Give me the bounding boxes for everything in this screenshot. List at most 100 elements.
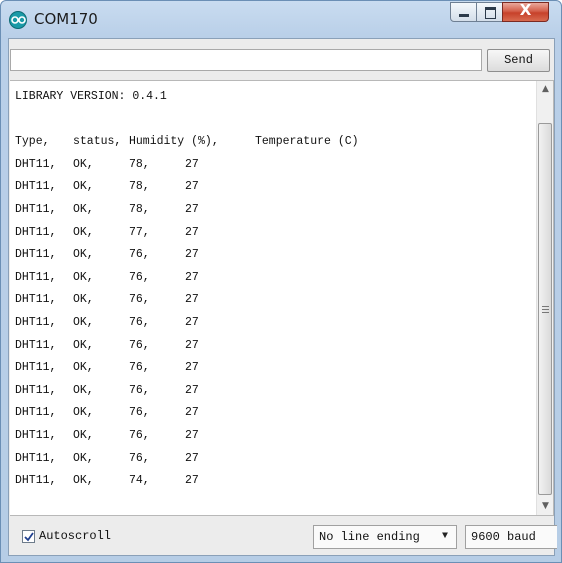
row-status: OK, [73,451,94,465]
row-humidity: 76, [129,428,150,442]
row-status: OK, [73,202,94,216]
row-temperature: 27 [185,451,199,465]
row-humidity: 77, [129,225,150,239]
row-temperature: 27 [185,225,199,239]
close-icon: X [519,1,532,19]
scroll-up-icon[interactable]: ▲ [537,81,553,98]
maximize-icon [485,7,496,19]
row-temperature: 27 [185,315,199,329]
row-humidity: 76, [129,293,150,307]
row-temperature: 27 [185,248,199,262]
serial-output-area[interactable]: LIBRARY VERSION: 0.4.1 Type, status, Hum… [10,80,554,516]
row-humidity: 78, [129,180,150,194]
line-ending-select[interactable]: No line ending ▼ [313,525,457,549]
row-humidity: 74, [129,474,150,488]
row-temperature: 27 [185,383,199,397]
header-temperature: Temperature (C) [255,135,359,149]
output-row: DHT11, OK, 76, 27 [15,335,525,358]
output-row: DHT11, OK, 78, 27 [15,199,525,222]
close-button[interactable]: X [502,1,549,22]
send-button[interactable]: Send [487,49,550,72]
serial-monitor-window: COM170 X Send LIBRARY VERSION: 0.4.1 Typ… [0,0,562,563]
row-temperature: 27 [185,406,199,420]
row-type: DHT11, [15,225,57,239]
row-humidity: 76, [129,383,150,397]
header-status: status, [73,135,122,149]
library-version-line: LIBRARY VERSION: 0.4.1 [15,90,167,103]
row-type: DHT11, [15,361,57,375]
row-status: OK, [73,474,94,488]
serial-output: LIBRARY VERSION: 0.4.1 Type, status, Hum… [15,86,525,493]
row-humidity: 76, [129,451,150,465]
row-status: OK, [73,361,94,375]
output-row: DHT11, OK, 76, 27 [15,312,525,335]
row-status: OK, [73,270,94,284]
row-temperature: 27 [185,202,199,216]
row-status: OK, [73,315,94,329]
line-ending-value: No line ending [319,530,420,544]
row-status: OK, [73,180,94,194]
serial-monitor-panel: Send LIBRARY VERSION: 0.4.1 Type, status… [8,38,557,556]
output-row: DHT11, OK, 76, 27 [15,402,525,425]
baud-rate-select[interactable]: 9600 baud [465,525,557,549]
row-type: DHT11, [15,474,57,488]
scrollbar-thumb[interactable] [538,123,552,495]
row-status: OK, [73,338,94,352]
output-row: DHT11, OK, 78, 27 [15,176,525,199]
row-temperature: 27 [185,474,199,488]
chevron-down-icon: ▼ [441,531,448,542]
row-status: OK, [73,248,94,262]
output-row: DHT11, OK, 76, 27 [15,357,525,380]
row-humidity: 76, [129,338,150,352]
output-row: DHT11, OK, 76, 27 [15,289,525,312]
row-status: OK, [73,225,94,239]
row-humidity: 78, [129,157,150,171]
row-temperature: 27 [185,270,199,284]
scroll-down-icon[interactable]: ▼ [537,498,553,515]
send-input[interactable] [10,49,482,71]
output-row: DHT11, OK, 74, 27 [15,470,525,493]
row-humidity: 76, [129,361,150,375]
title-bar[interactable]: COM170 X [1,1,561,37]
row-type: DHT11, [15,428,57,442]
window-title: COM170 [34,10,98,28]
row-type: DHT11, [15,338,57,352]
output-row: DHT11, OK, 76, 27 [15,244,525,267]
row-status: OK, [73,293,94,307]
minimize-button[interactable] [450,2,477,22]
row-temperature: 27 [185,180,199,194]
row-temperature: 27 [185,338,199,352]
row-type: DHT11, [15,406,57,420]
output-header: Type, status, Humidity (%), Temperature … [15,131,525,154]
row-temperature: 27 [185,157,199,171]
row-type: DHT11, [15,383,57,397]
row-temperature: 27 [185,293,199,307]
arduino-icon [9,11,27,29]
autoscroll-checkbox[interactable] [22,530,35,543]
checkmark-icon [24,532,34,542]
row-humidity: 76, [129,270,150,284]
output-row: DHT11, OK, 76, 27 [15,425,525,448]
header-type: Type, [15,135,50,149]
minimize-icon [459,14,469,17]
row-type: DHT11, [15,248,57,262]
output-row: DHT11, OK, 77, 27 [15,222,525,245]
row-type: DHT11, [15,293,57,307]
vertical-scrollbar[interactable]: ▲ ▼ [536,81,553,515]
autoscroll-label[interactable]: Autoscroll [39,529,111,543]
baud-rate-value: 9600 baud [471,530,536,544]
row-humidity: 76, [129,248,150,262]
grip-icon [542,306,549,313]
row-status: OK, [73,383,94,397]
row-status: OK, [73,406,94,420]
output-row: DHT11, OK, 78, 27 [15,154,525,177]
row-type: DHT11, [15,270,57,284]
output-row: DHT11, OK, 76, 27 [15,267,525,290]
maximize-button[interactable] [476,2,503,22]
row-type: DHT11, [15,451,57,465]
row-humidity: 76, [129,406,150,420]
row-type: DHT11, [15,180,57,194]
row-status: OK, [73,157,94,171]
row-temperature: 27 [185,361,199,375]
